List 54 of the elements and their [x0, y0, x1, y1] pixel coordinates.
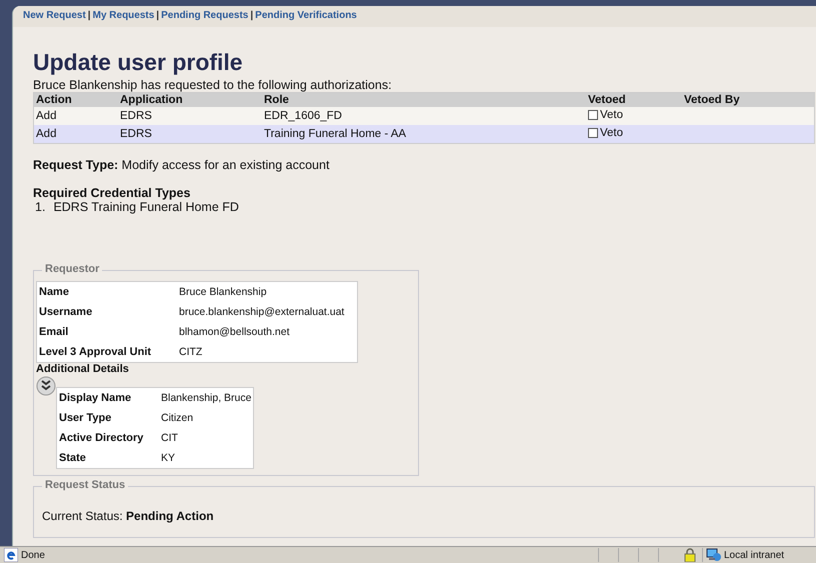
panel-legend: Requestor [42, 263, 102, 275]
field-value: CIT [159, 428, 254, 448]
separator: | [156, 10, 160, 21]
table-cell: EDR_1606_FD [262, 107, 586, 125]
separator: | [88, 10, 91, 21]
nav-link[interactable]: Pending Verifications [255, 10, 357, 21]
collapse-toggle[interactable] [36, 376, 56, 396]
field-label: Email [36, 322, 177, 342]
field-label: Name [36, 282, 177, 302]
section-heading: Required Credential Types [33, 186, 192, 200]
veto-checkbox[interactable] [588, 128, 598, 138]
column-header: Vetoed By [682, 92, 814, 107]
column-header: Application [118, 92, 262, 107]
field-label: Level 3 Approval Unit [36, 342, 177, 362]
page-title: Update user profile [33, 49, 244, 76]
nav-link[interactable]: Pending Requests [161, 10, 248, 21]
column-header: Vetoed [586, 92, 682, 107]
table-cell: Add [34, 125, 118, 144]
field-value: Citizen [159, 408, 254, 428]
field-label: Active Directory [56, 428, 159, 448]
veto-label[interactable]: Veto [600, 109, 624, 121]
request-type: Request Type: Modify access for an existing account [33, 158, 330, 172]
table-cell: Add [34, 107, 118, 125]
veto-checkbox[interactable] [588, 110, 598, 120]
field-label: Display Name [56, 388, 159, 408]
table-cell: EDRS [118, 125, 262, 144]
field-label: State [56, 448, 159, 468]
zone-text: Local intranet [724, 550, 784, 560]
table-cell: Training Funeral Home - AA [262, 125, 586, 144]
status-text: Done [21, 550, 45, 560]
field-value: Blankenship, Bruce [159, 388, 254, 408]
table-cell: EDRS [118, 107, 262, 125]
list-number: 1. [35, 200, 46, 214]
intro-text: Bruce Blankenship has requested to the following authorizations: [33, 78, 393, 92]
column-header: Action [34, 92, 118, 107]
nav-link[interactable]: My Requests [92, 10, 154, 21]
separator: | [250, 10, 254, 21]
panel-legend: Request Status [42, 479, 128, 491]
field-value: KY [159, 448, 254, 468]
field-label: User Type [56, 408, 159, 428]
browser-icon [4, 548, 18, 562]
nav-link[interactable]: New Request [23, 10, 86, 21]
field-value: Bruce Blankenship [177, 282, 358, 302]
field-label: Username [36, 302, 177, 322]
veto-label[interactable]: Veto [600, 127, 624, 139]
lock-icon [684, 548, 696, 562]
network-icon [706, 548, 722, 562]
field-value: blhamon@bellsouth.net [177, 322, 358, 342]
field-value: CITZ [177, 342, 358, 362]
section-heading: Additional Details [36, 363, 130, 375]
column-header: Role [262, 92, 586, 107]
credential-item: EDRS Training Funeral Home FD [53, 200, 239, 214]
field-value: bruce.blankenship@externaluat.uat [177, 302, 358, 322]
current-status: Current Status: Pending Action [41, 509, 215, 523]
